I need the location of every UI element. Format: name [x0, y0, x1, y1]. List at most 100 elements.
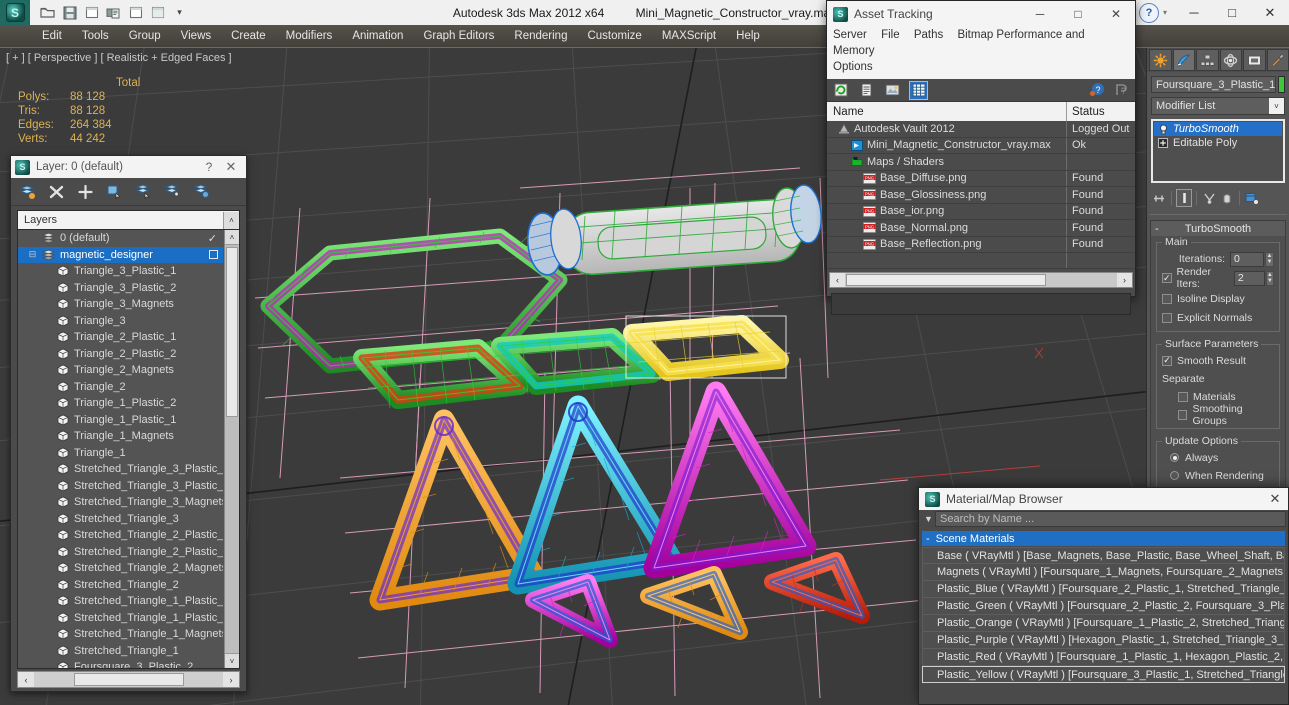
- list-view-icon[interactable]: [858, 82, 875, 99]
- material-list-item[interactable]: Plastic_Purple ( VRayMtl ) [Hexagon_Plas…: [922, 632, 1285, 649]
- layer-scroll-up-icon[interactable]: ˄: [223, 211, 239, 229]
- tab-motion[interactable]: [1219, 49, 1242, 71]
- tab-utilities[interactable]: [1266, 49, 1289, 71]
- asset-detail-field[interactable]: [831, 293, 1131, 315]
- rollout-collapse-icon[interactable]: -: [1155, 223, 1159, 235]
- asset-row[interactable]: PNG Base_Normal.png Found: [827, 220, 1135, 237]
- help-icon[interactable]: ?: [1088, 82, 1105, 99]
- menu-item-help[interactable]: Help: [726, 25, 770, 47]
- help-dropdown-icon[interactable]: ▾: [1163, 8, 1167, 17]
- separate-smoothing-groups-row[interactable]: Smoothing Groups: [1162, 403, 1274, 427]
- modifier-stack-item-turbosmooth[interactable]: TurboSmooth: [1154, 122, 1282, 136]
- asset-row[interactable]: Maps / Shaders: [827, 154, 1135, 171]
- new-scene-icon[interactable]: [82, 3, 101, 22]
- tab-hierarchy[interactable]: [1196, 49, 1219, 71]
- layer-row[interactable]: Triangle_1_Plastic_1: [18, 412, 223, 429]
- layer-row[interactable]: Stretched_Triangle_1_Plastic_2: [18, 593, 223, 610]
- layer-scroll-up-button[interactable]: ˄: [225, 230, 239, 245]
- asset-row[interactable]: PNG Base_ior.png Found: [827, 203, 1135, 220]
- grid-view-icon[interactable]: [909, 80, 928, 100]
- separate-materials-checkbox[interactable]: [1178, 391, 1188, 402]
- layer-scroll-down-button[interactable]: ˅: [225, 653, 239, 668]
- layer-row[interactable]: Triangle_2_Plastic_2: [18, 346, 223, 363]
- object-color-swatch[interactable]: [1278, 76, 1285, 93]
- layer-row[interactable]: Triangle_2_Plastic_1: [18, 329, 223, 346]
- remove-modifier-icon[interactable]: [1219, 189, 1235, 207]
- asset-row[interactable]: PNG Base_Diffuse.png Found: [827, 170, 1135, 187]
- layer-row[interactable]: ⊟ magnetic_designer: [18, 246, 223, 263]
- close-button[interactable]: ✕: [1251, 0, 1289, 25]
- asset-tracking-maximize-button[interactable]: □: [1059, 1, 1097, 27]
- layer-row[interactable]: Stretched_Triangle_2_Magnets: [18, 560, 223, 577]
- minimize-button[interactable]: ─: [1175, 0, 1213, 25]
- layer-row[interactable]: Triangle_2_Magnets: [18, 362, 223, 379]
- layer-row[interactable]: Stretched_Triangle_2_Plastic_1: [18, 544, 223, 561]
- modifier-stack[interactable]: TurboSmooth Editable Poly: [1151, 119, 1285, 183]
- render-iters-checkbox[interactable]: ✓: [1162, 273, 1172, 283]
- freeze-unfreeze-layer-icon[interactable]: [193, 183, 210, 200]
- help-icon[interactable]: ?: [1138, 2, 1159, 23]
- layer-row[interactable]: Stretched_Triangle_1_Plastic_1: [18, 610, 223, 627]
- material-list-item[interactable]: Plastic_Blue ( VRayMtl ) [Foursquare_2_P…: [922, 581, 1285, 598]
- layer-row[interactable]: Triangle_3_Plastic_2: [18, 280, 223, 297]
- menu-item-rendering[interactable]: Rendering: [504, 25, 577, 47]
- update-always-radio[interactable]: [1170, 453, 1179, 462]
- app-logo-icon[interactable]: S: [0, 0, 30, 25]
- layer-row[interactable]: Stretched_Triangle_3_Magnets: [18, 494, 223, 511]
- explicit-normals-row[interactable]: Explicit Normals: [1162, 310, 1274, 325]
- material-search-input[interactable]: Search by Name ...: [935, 511, 1286, 527]
- open-file-icon[interactable]: [38, 3, 57, 22]
- undo-icon[interactable]: [126, 3, 145, 22]
- menu-item-maxscript[interactable]: MAXScript: [652, 25, 726, 47]
- smooth-result-checkbox[interactable]: ✓: [1162, 355, 1172, 366]
- material-list-item[interactable]: Plastic_Orange ( VRayMtl ) [Foursquare_1…: [922, 615, 1285, 632]
- material-list-item[interactable]: Base ( VRayMtl ) [Base_Magnets, Base_Pla…: [922, 547, 1285, 564]
- layer-manager-dialog[interactable]: S Layer: 0 (default) ? ✕ Layers ˄ 0 (def…: [10, 155, 247, 692]
- layer-row[interactable]: Stretched_Triangle_2: [18, 577, 223, 594]
- layer-hscroll-thumb[interactable]: [74, 673, 184, 686]
- layer-row[interactable]: Triangle_1_Magnets: [18, 428, 223, 445]
- delete-layer-icon[interactable]: [48, 183, 65, 200]
- asset-hscroll-right-button[interactable]: ›: [1117, 273, 1132, 287]
- isoline-display-row[interactable]: Isoline Display: [1162, 291, 1274, 306]
- update-always-row[interactable]: Always: [1162, 450, 1274, 465]
- asset-hscroll-left-button[interactable]: ‹: [830, 273, 845, 287]
- menu-item-edit[interactable]: Edit: [32, 25, 72, 47]
- asset-row[interactable]: PNG Base_Glossiness.png Found: [827, 187, 1135, 204]
- plus-box-icon[interactable]: [1157, 138, 1169, 149]
- chevron-down-icon[interactable]: ▼: [922, 514, 935, 524]
- hide-unhide-layer-icon[interactable]: [164, 183, 181, 200]
- menu-item-modifiers[interactable]: Modifiers: [276, 25, 343, 47]
- layer-row[interactable]: Triangle_1: [18, 445, 223, 462]
- menu-item-animation[interactable]: Animation: [342, 25, 413, 47]
- layer-row[interactable]: Triangle_2: [18, 379, 223, 396]
- iterations-spinner-icon[interactable]: ▲ ▼: [1265, 251, 1274, 267]
- asset-menu-bitmap-performance[interactable]: Bitmap Performance and Memory: [833, 29, 1085, 57]
- render-iters-input[interactable]: 2: [1233, 270, 1265, 286]
- asset-tracking-minimize-button[interactable]: ─: [1021, 1, 1059, 27]
- layer-hscroll-right-button[interactable]: ›: [223, 672, 239, 687]
- context-help-icon[interactable]: ?: [1113, 82, 1130, 99]
- asset-hscroll-thumb[interactable]: [846, 274, 1046, 286]
- group-collapse-icon[interactable]: -: [926, 533, 930, 545]
- layer-row[interactable]: 0 (default) ✓: [18, 230, 223, 247]
- asset-tracking-close-button[interactable]: ✕: [1097, 1, 1135, 27]
- thumbnail-view-icon[interactable]: [884, 82, 901, 99]
- modifier-list-dropdown[interactable]: Modifier List ˅: [1151, 97, 1285, 115]
- make-unique-icon[interactable]: [1201, 189, 1217, 207]
- iterations-input[interactable]: 0: [1230, 251, 1264, 267]
- refresh-icon[interactable]: [832, 82, 849, 99]
- maximize-button[interactable]: □: [1213, 0, 1251, 25]
- layer-row[interactable]: Triangle_3: [18, 313, 223, 330]
- layer-hscroll-left-button[interactable]: ‹: [18, 672, 34, 687]
- pin-stack-icon[interactable]: [1151, 189, 1167, 207]
- update-when-rendering-row[interactable]: When Rendering: [1162, 468, 1274, 483]
- layer-row[interactable]: Foursquare_3_Plastic_2: [18, 659, 223, 668]
- layer-row[interactable]: Stretched_Triangle_1_Magnets: [18, 626, 223, 643]
- highlight-selected-objects-layer-icon[interactable]: [135, 183, 152, 200]
- menu-item-views[interactable]: Views: [171, 25, 221, 47]
- layer-dialog-help-icon[interactable]: ?: [198, 160, 220, 174]
- asset-menu-file[interactable]: File: [881, 29, 900, 41]
- layer-row[interactable]: Stretched_Triangle_1: [18, 643, 223, 660]
- asset-tracking-dialog[interactable]: S Asset Tracking ─ □ ✕ Server File Paths…: [826, 0, 1136, 315]
